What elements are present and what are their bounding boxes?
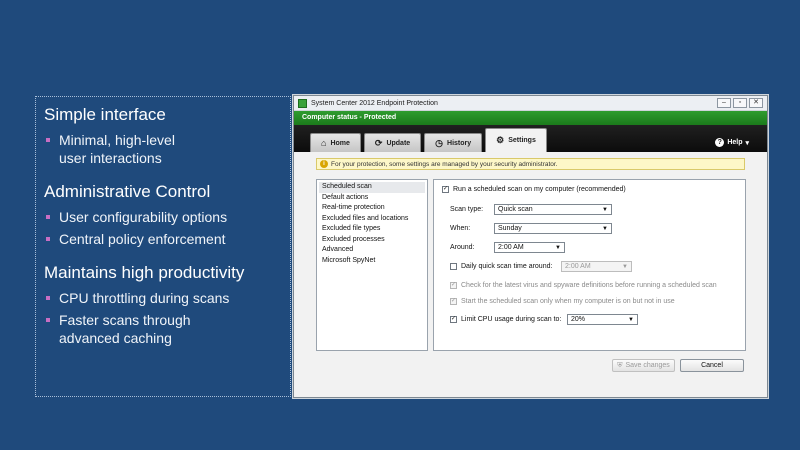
around-label: Around: bbox=[450, 244, 475, 251]
gear-icon: ⚙ bbox=[496, 135, 505, 145]
update-icon: ⟳ bbox=[374, 137, 383, 148]
limit-cpu-label: Limit CPU usage during scan to: bbox=[461, 316, 562, 323]
section-administrative-control: Administrative Control User configurabil… bbox=[44, 182, 282, 248]
scan-type-label: Scan type: bbox=[450, 206, 484, 213]
feature-panel: Simple interface Minimal, high-level use… bbox=[35, 96, 291, 397]
section-heading: Administrative Control bbox=[44, 182, 211, 201]
nav-item-advanced[interactable]: Advanced bbox=[319, 245, 425, 256]
when-label: When: bbox=[450, 225, 471, 232]
check-definitions-checkbox[interactable]: ✓ bbox=[450, 282, 457, 289]
help-menu[interactable]: ? Help ▾ bbox=[715, 138, 749, 147]
nav-item-excluded-processes[interactable]: Excluded processes bbox=[319, 235, 425, 246]
check-definitions-row: ✓ Check for the latest virus and spyware… bbox=[450, 282, 717, 289]
section-heading: Simple interface bbox=[44, 105, 166, 124]
chevron-down-icon: ▼ bbox=[628, 316, 634, 323]
nav-item-real-time-protection[interactable]: Real-time protection bbox=[319, 203, 425, 214]
info-icon: i bbox=[320, 160, 328, 168]
save-changes-button[interactable]: ⛨ Save changes bbox=[612, 359, 675, 372]
run-scheduled-checkbox[interactable]: ✓ bbox=[442, 186, 449, 193]
when-value: Sunday bbox=[498, 225, 522, 232]
chevron-down-icon: ▼ bbox=[602, 206, 608, 213]
tab-label: History bbox=[447, 139, 472, 147]
endpoint-protection-window: System Center 2012 Endpoint Protection –… bbox=[293, 95, 768, 398]
chevron-down-icon: ▼ bbox=[555, 244, 561, 251]
help-icon: ? bbox=[715, 138, 725, 147]
nav-item-default-actions[interactable]: Default actions bbox=[319, 193, 425, 204]
scan-type-select[interactable]: Quick scan ▼ bbox=[494, 204, 612, 215]
run-scheduled-label: Run a scheduled scan on my computer (rec… bbox=[453, 186, 626, 193]
daily-quick-checkbox[interactable] bbox=[450, 263, 457, 270]
tab-bar: ⌂ Home ⟳ Update ◷ History ⚙ Settings ? H… bbox=[294, 125, 767, 152]
tab-home[interactable]: ⌂ Home bbox=[310, 133, 361, 152]
chevron-down-icon: ▼ bbox=[602, 225, 608, 232]
section-simple-interface: Simple interface Minimal, high-level use… bbox=[44, 105, 282, 167]
history-icon: ◷ bbox=[435, 137, 444, 148]
nav-item-excluded-file-types[interactable]: Excluded file types bbox=[319, 224, 425, 235]
restore-button[interactable]: ▫ bbox=[733, 98, 747, 108]
limit-cpu-row: ✓ Limit CPU usage during scan to: bbox=[450, 316, 561, 323]
scan-type-value: Quick scan bbox=[498, 206, 533, 213]
tab-update[interactable]: ⟳ Update bbox=[363, 133, 422, 152]
status-bar: Computer status - Protected bbox=[294, 111, 767, 125]
start-idle-row: ✓ Start the scheduled scan only when my … bbox=[450, 298, 675, 305]
tab-label: Home bbox=[330, 139, 350, 147]
bullet: Central policy enforcement bbox=[44, 230, 282, 248]
close-button[interactable]: ✕ bbox=[749, 98, 763, 108]
bullet: Minimal, high-level user interactions bbox=[44, 131, 184, 167]
app-shield-icon bbox=[298, 98, 307, 108]
bullet: CPU throttling during scans bbox=[44, 289, 282, 307]
help-label: Help bbox=[727, 139, 743, 146]
section-heading: Maintains high productivity bbox=[44, 263, 245, 282]
limit-cpu-value: 20% bbox=[571, 316, 586, 323]
daily-quick-row: Daily quick scan time around: bbox=[450, 263, 552, 270]
shield-icon: ⛨ bbox=[617, 361, 623, 369]
start-idle-label: Start the scheduled scan only when my co… bbox=[461, 298, 675, 305]
nav-item-microsoft-spynet[interactable]: Microsoft SpyNet bbox=[319, 256, 425, 267]
cancel-button[interactable]: Cancel bbox=[680, 359, 744, 372]
section-productivity: Maintains high productivity CPU throttli… bbox=[44, 263, 282, 347]
around-value: 2:00 AM bbox=[498, 244, 524, 251]
daily-quick-value: 2:00 AM bbox=[565, 263, 591, 270]
daily-quick-select[interactable]: 2:00 AM ▼ bbox=[561, 261, 632, 272]
chevron-down-icon: ▼ bbox=[622, 263, 628, 270]
around-select[interactable]: 2:00 AM ▼ bbox=[494, 242, 565, 253]
when-select[interactable]: Sunday ▼ bbox=[494, 223, 612, 234]
settings-nav-list: Scheduled scan Default actions Real-time… bbox=[316, 179, 428, 351]
limit-cpu-select[interactable]: 20% ▼ bbox=[567, 314, 638, 325]
cancel-label: Cancel bbox=[701, 362, 723, 369]
nav-item-excluded-files[interactable]: Excluded files and locations bbox=[319, 214, 425, 225]
run-scheduled-row: ✓ Run a scheduled scan on my computer (r… bbox=[442, 186, 626, 193]
admin-notice: i For your protection, some settings are… bbox=[316, 158, 745, 170]
tab-history[interactable]: ◷ History bbox=[424, 133, 483, 152]
save-changes-label: Save changes bbox=[625, 362, 670, 369]
limit-cpu-checkbox[interactable]: ✓ bbox=[450, 316, 457, 323]
house-icon: ⌂ bbox=[321, 137, 327, 148]
nav-item-scheduled-scan[interactable]: Scheduled scan bbox=[319, 182, 425, 193]
chevron-down-icon: ▾ bbox=[745, 139, 749, 147]
start-idle-checkbox[interactable]: ✓ bbox=[450, 298, 457, 305]
daily-quick-label: Daily quick scan time around: bbox=[461, 263, 553, 270]
bullet: User configurability options bbox=[44, 208, 282, 226]
tab-label: Update bbox=[386, 139, 411, 147]
tab-label: Settings bbox=[508, 137, 536, 144]
minimize-button[interactable]: – bbox=[717, 98, 731, 108]
tab-settings[interactable]: ⚙ Settings bbox=[485, 128, 547, 152]
title-bar: System Center 2012 Endpoint Protection –… bbox=[294, 96, 767, 111]
window-title: System Center 2012 Endpoint Protection bbox=[311, 99, 438, 107]
scheduled-scan-panel: ✓ Run a scheduled scan on my computer (r… bbox=[433, 179, 746, 351]
settings-content: i For your protection, some settings are… bbox=[294, 152, 767, 397]
bullet: Faster scans through advanced caching bbox=[44, 311, 204, 347]
check-definitions-label: Check for the latest virus and spyware d… bbox=[461, 282, 717, 289]
notice-text: For your protection, some settings are m… bbox=[331, 160, 558, 168]
